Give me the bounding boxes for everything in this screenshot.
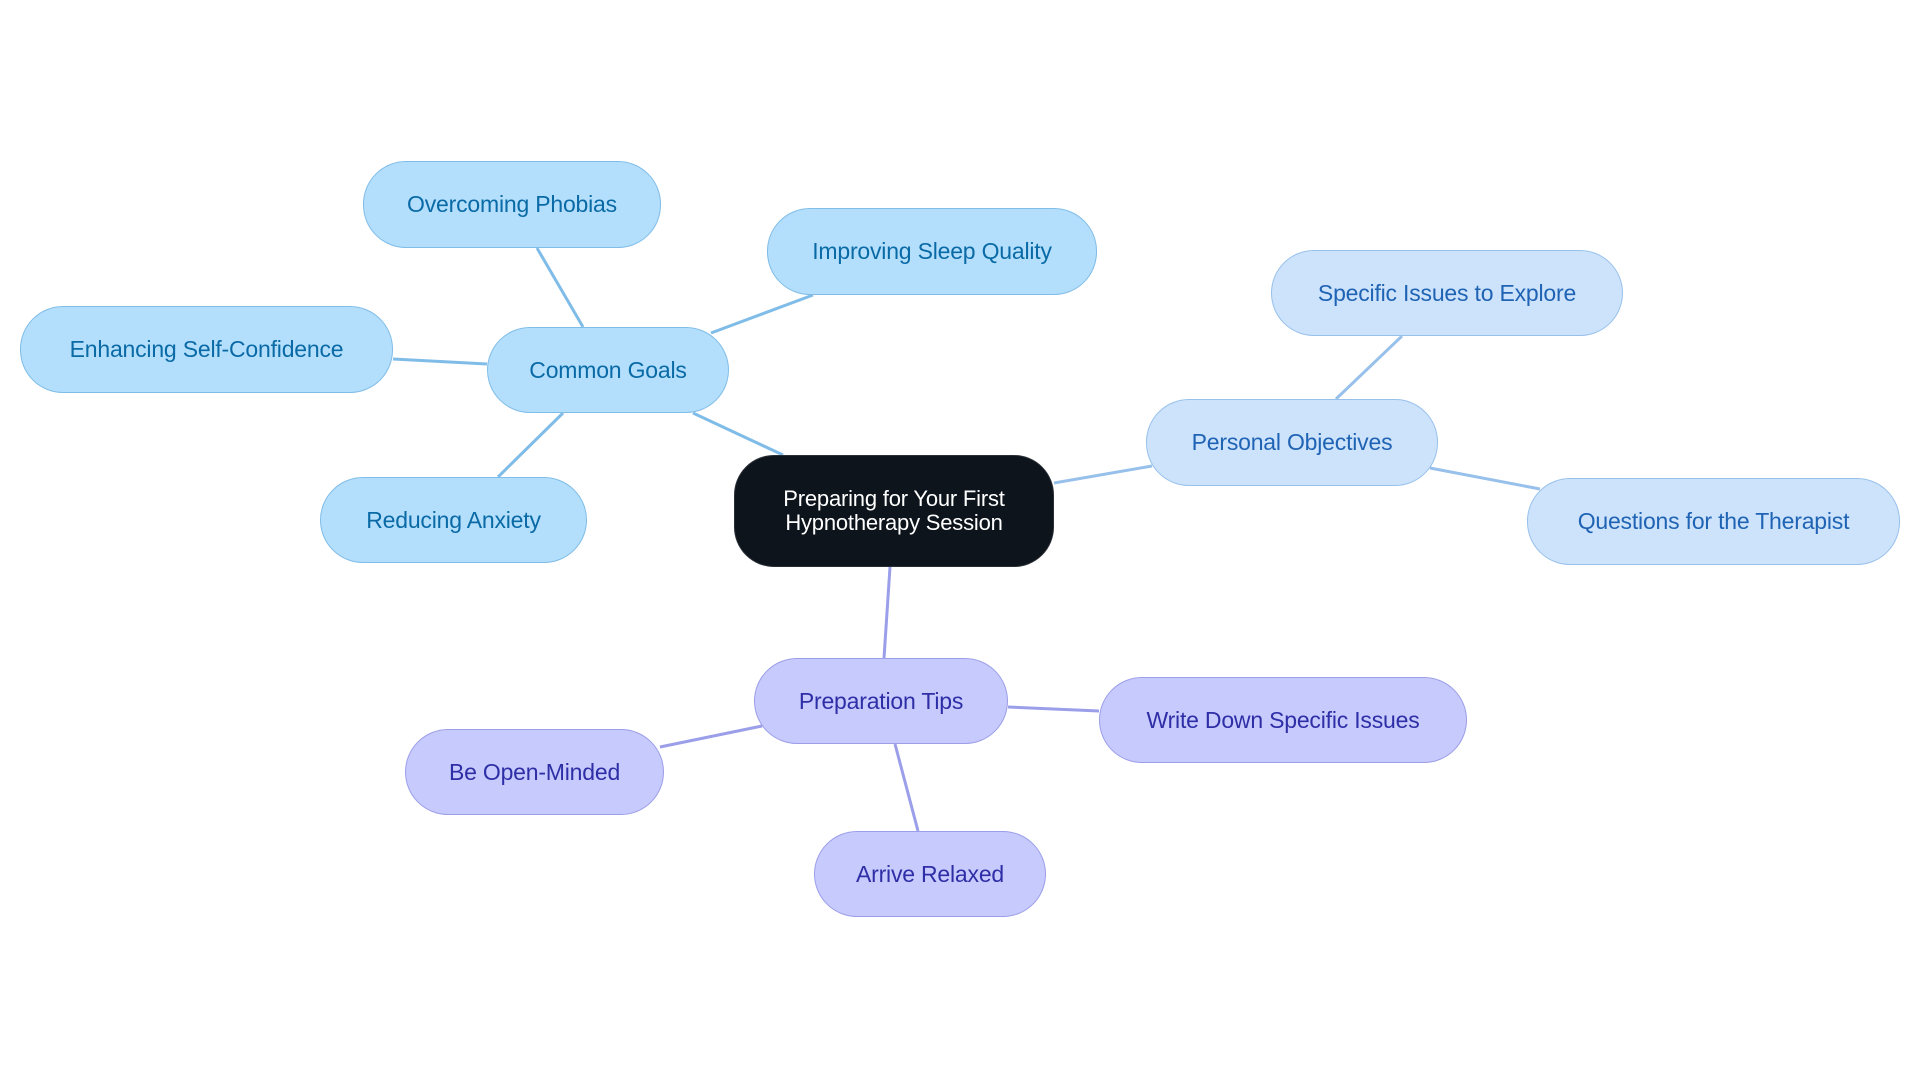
node-label: Improving Sleep Quality [812,238,1052,265]
edge-goals-sleep [710,293,814,335]
edge-personal-issues [1334,334,1404,401]
leaf-node-reducing-anxiety[interactable]: Reducing Anxiety [320,477,587,563]
node-label: Enhancing Self-Confidence [69,336,344,363]
edge-prep-open [659,724,763,749]
leaf-node-be-open-minded[interactable]: Be Open-Minded [405,729,664,815]
edge-root-prep [882,566,892,659]
edge-goals-phobias [535,247,585,328]
leaf-node-arrive-relaxed[interactable]: Arrive Relaxed [814,831,1046,917]
branch-node-common-goals[interactable]: Common Goals [487,327,729,413]
edge-goals-anxiety [496,411,565,479]
edge-prep-write [1007,705,1100,713]
node-label: Preparation Tips [798,687,964,714]
branch-node-preparation-tips[interactable]: Preparation Tips [754,658,1008,744]
branch-node-personal-objectives[interactable]: Personal Objectives [1146,399,1438,486]
leaf-node-improving-sleep-quality[interactable]: Improving Sleep Quality [767,208,1097,295]
node-label: Specific Issues to Explore [1317,279,1577,306]
leaf-node-enhancing-self-confidence[interactable]: Enhancing Self-Confidence [20,306,393,393]
leaf-node-questions-for-the-therapist[interactable]: Questions for the Therapist [1527,478,1900,565]
node-label: Reducing Anxiety [366,506,541,533]
node-label: Common Goals [529,356,687,383]
root-node[interactable]: Preparing for Your First Hypnotherapy Se… [734,455,1054,567]
node-label: Arrive Relaxed [855,860,1005,887]
leaf-node-write-down-specific-issues[interactable]: Write Down Specific Issues [1099,677,1467,763]
node-label: Write Down Specific Issues [1146,706,1420,733]
leaf-node-specific-issues-to-explore[interactable]: Specific Issues to Explore [1271,250,1623,336]
edge-root-personal [1053,464,1153,485]
leaf-node-overcoming-phobias[interactable]: Overcoming Phobias [363,161,661,248]
edge-personal-questions [1429,466,1541,491]
node-label: Be Open-Minded [448,758,621,785]
edge-goals-confidence [392,357,488,366]
root-label: Preparing for Your First Hypnotherapy Se… [783,485,1005,535]
node-label: Personal Objectives [1191,429,1393,456]
node-label: Questions for the Therapist [1577,508,1850,535]
edge-prep-relaxed [893,743,920,832]
edge-root-goals [692,411,784,457]
node-label: Overcoming Phobias [407,191,617,218]
